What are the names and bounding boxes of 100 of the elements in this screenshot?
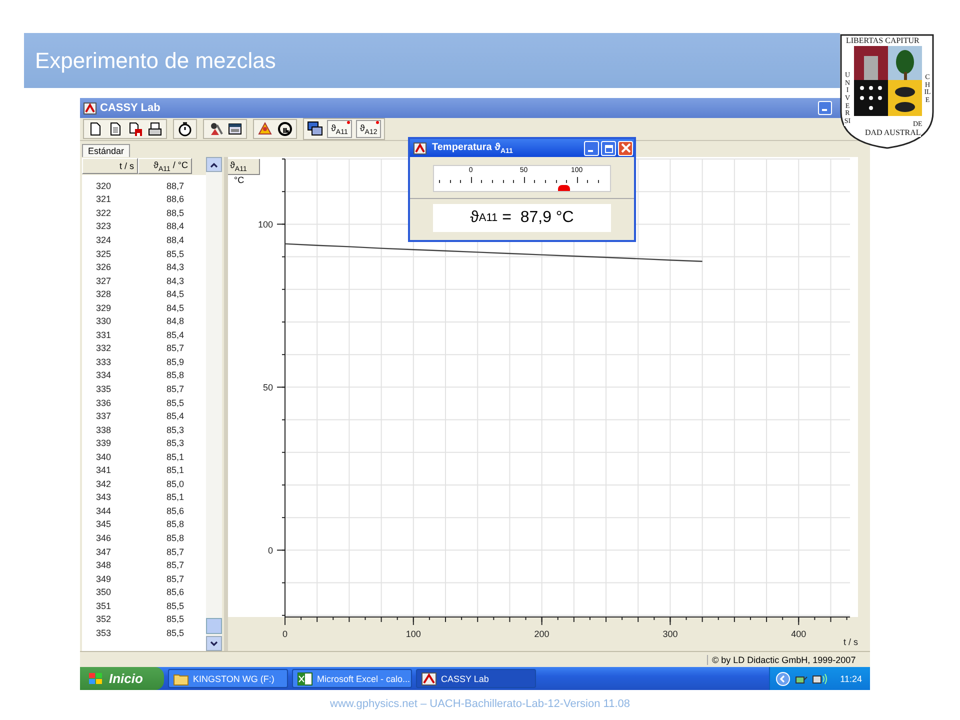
printer-icon[interactable]: [147, 121, 163, 137]
table-cell-text: 85,5: [165, 614, 185, 624]
channel-button[interactable]: ϑ$_{A11}$: [327, 120, 352, 138]
table-cell-text: 333: [95, 356, 112, 367]
axis-tick-label: 100: [406, 629, 421, 639]
table-cell-text: 85,5: [165, 600, 185, 611]
table-cell-text: 324: [95, 234, 112, 245]
table-cell-text: 85,5: [165, 248, 185, 258]
table-cell-text: 85,7: [165, 546, 185, 557]
table-cell-text: 351: [95, 600, 112, 611]
column-header[interactable]: t / s: [82, 158, 138, 174]
table-cell-text: 334: [95, 370, 112, 380]
table-cell-text: 85,7: [165, 574, 185, 584]
table-cell-text: 353: [95, 628, 112, 638]
table-cell-text: 88,6: [165, 194, 185, 204]
start-button[interactable]: Inicio: [80, 667, 164, 690]
table-cell-text: 85,7: [165, 560, 185, 570]
table-cell-text: 332: [95, 343, 112, 354]
table-cell-text: 352: [95, 614, 112, 624]
table-cell-text: 336: [95, 398, 112, 408]
stopwatch-icon[interactable]: [177, 121, 193, 137]
column-header[interactable]: ϑ$_{A11}$ / °C: [138, 158, 192, 174]
axis-tick-label: 0: [282, 629, 288, 639]
warning-icon[interactable]: [257, 121, 273, 137]
meter-title: Temperatura ϑ$_{A11}$: [432, 142, 513, 154]
crest-drawing: [854, 46, 922, 116]
app-icon: [413, 141, 427, 155]
table-cell-text: 339: [95, 438, 112, 448]
table-cell-text: 85,8: [165, 532, 185, 543]
window-icon[interactable]: [227, 121, 243, 137]
table-cell-text: 320: [95, 180, 112, 191]
table-cell-text: 85,1: [165, 492, 185, 502]
table-cell-text: 85,8: [165, 519, 185, 530]
axis-tick-label: 100: [258, 220, 273, 230]
table-cell-text: 84,5: [165, 302, 185, 313]
table-cell-text: 88,4: [165, 234, 185, 245]
table-cell-text: 85,4: [165, 411, 185, 422]
logo-motto: LIBERTAS CAPITUR: [846, 36, 920, 45]
table-cell-text: 85,5: [165, 628, 185, 638]
table-cell-text: 84,5: [165, 289, 185, 300]
table-cell-text: 328: [95, 289, 112, 300]
axis-tick-label: 50: [262, 382, 273, 393]
table-cell-text: 340: [95, 452, 112, 462]
maximize-button[interactable]: [601, 140, 616, 156]
x-axis-label: t / s: [843, 637, 858, 647]
chevron-up-icon: [210, 162, 218, 168]
indicator-dot-icon: [346, 121, 350, 124]
table-cell-text: 85,6: [165, 506, 185, 516]
taskbar-button[interactable]: Microsoft Excel - calo...: [292, 669, 412, 688]
table-cell-text: 331: [95, 330, 112, 340]
table-cell-text: 85,5: [165, 398, 185, 408]
taskbar-button[interactable]: CASSY Lab: [416, 669, 536, 688]
spreadsheet-icon: [297, 670, 313, 686]
table-cell-text: 326: [95, 262, 112, 272]
table-cell-text: 85,3: [165, 438, 185, 448]
table-cell-text: 84,3: [165, 262, 185, 272]
table-cell-text: 327: [95, 276, 112, 286]
table-cell-text: 337: [95, 411, 112, 422]
close-icon: [620, 143, 630, 153]
table-cell-text: 84,8: [165, 316, 185, 326]
channel-button[interactable]: ϑ$_{A12}$: [356, 120, 382, 138]
chevron-down-icon: [210, 640, 218, 646]
scroll-thumb[interactable]: [206, 618, 222, 634]
network-icon[interactable]: [812, 672, 828, 686]
windows-icon[interactable]: [307, 121, 323, 137]
taskbar-button[interactable]: KINGSTON WG (F:): [168, 669, 288, 688]
minimize-button[interactable]: [818, 101, 832, 115]
circle-icon[interactable]: [277, 121, 293, 137]
windows-logo-icon: [88, 672, 104, 686]
scroll-up-button[interactable]: [206, 157, 222, 172]
save-icon[interactable]: [127, 121, 143, 137]
axis-tick-label: 200: [534, 629, 550, 639]
table-cell-text: 85,8: [165, 370, 185, 380]
table-cell-text: 338: [95, 424, 112, 435]
slide-title: Experimento de mezclas: [35, 48, 276, 74]
clock: 11:24: [840, 674, 862, 684]
minimize-button[interactable]: [584, 140, 599, 156]
table-cell-text: 341: [95, 465, 112, 476]
tab[interactable]: Estándar: [82, 144, 130, 157]
table-cell-text: 323: [95, 221, 112, 232]
close-button[interactable]: [618, 140, 633, 156]
table-cell-text: 85,7: [165, 343, 185, 354]
table-cell-text: 347: [95, 546, 112, 557]
table-cell-text: 342: [95, 478, 112, 489]
scroll-down-button[interactable]: [206, 636, 222, 651]
indicator-dot-icon: [376, 121, 380, 124]
table-cell-text: 88,5: [165, 208, 185, 218]
table-cell-text: 85,3: [165, 424, 185, 435]
axis-tick-label: 0: [268, 546, 273, 556]
table-cell-text: 343: [95, 492, 112, 502]
table-cell-text: 85,4: [165, 330, 185, 340]
axis-tick-label: 400: [791, 629, 806, 639]
table-cell-text: 348: [95, 560, 112, 570]
table-cell-text: 344: [95, 506, 112, 516]
chevron-left-icon[interactable]: [776, 672, 790, 686]
status-text: © by LD Didactic GmbH, 1999-2007: [707, 654, 864, 664]
table-cell-text: 346: [95, 532, 112, 543]
window-title: CASSY Lab: [100, 102, 160, 114]
y-axis-unit: °C: [234, 175, 244, 185]
table-cell-text: 85,1: [165, 452, 185, 462]
